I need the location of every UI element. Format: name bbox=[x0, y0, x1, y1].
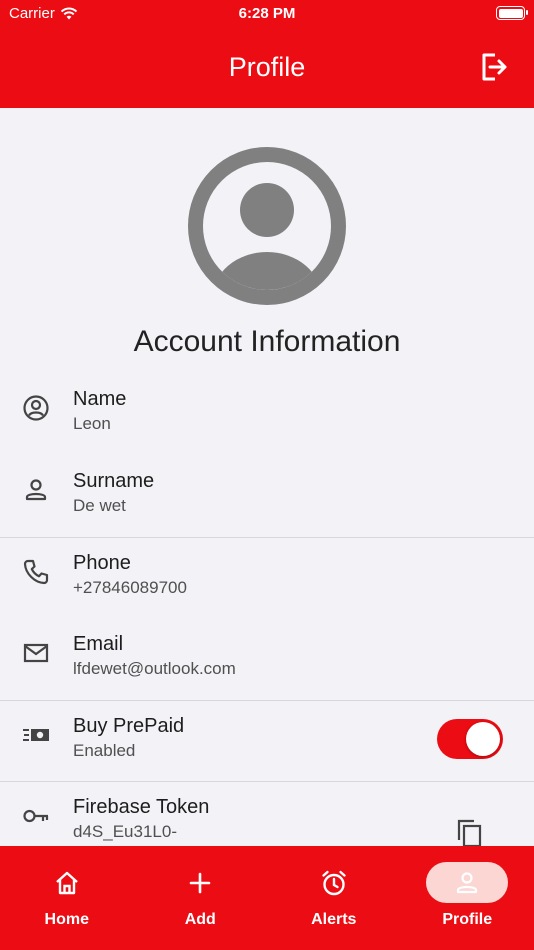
name-label: Name bbox=[73, 388, 127, 410]
battery-icon bbox=[496, 6, 528, 20]
account-circle-icon bbox=[23, 395, 49, 421]
bottom-tab-bar: Home Add Alerts Profile bbox=[0, 846, 534, 950]
status-time: 6:28 PM bbox=[238, 5, 296, 22]
tab-home[interactable]: Home bbox=[0, 846, 134, 950]
logout-icon[interactable] bbox=[480, 52, 508, 82]
app-header: Carrier 6:28 PM Profile bbox=[0, 0, 534, 108]
tab-add[interactable]: Add bbox=[134, 846, 268, 950]
cash-icon bbox=[23, 729, 49, 741]
home-icon bbox=[55, 871, 78, 895]
person-icon bbox=[25, 479, 47, 501]
plus-icon bbox=[189, 872, 211, 894]
tab-home-label: Home bbox=[44, 911, 89, 928]
phone-icon bbox=[23, 559, 49, 585]
buy-prepaid-toggle[interactable] bbox=[437, 719, 503, 759]
surname-row: Surname De wet bbox=[0, 456, 534, 538]
email-value: lfdewet@outlook.com bbox=[73, 659, 236, 678]
mail-icon bbox=[23, 643, 49, 663]
buy-prepaid-row: Buy PrePaid Enabled bbox=[0, 701, 534, 783]
firebase-token-label: Firebase Token bbox=[73, 796, 210, 818]
status-bar: Carrier 6:28 PM bbox=[0, 0, 534, 30]
person-icon bbox=[457, 872, 478, 894]
key-icon bbox=[23, 809, 49, 823]
tab-add-label: Add bbox=[184, 911, 216, 928]
tab-alerts-label: Alerts bbox=[311, 911, 357, 928]
page-title: Profile bbox=[228, 52, 306, 82]
email-row: Email lfdewet@outlook.com bbox=[0, 619, 534, 701]
name-value: Leon bbox=[73, 414, 111, 433]
tab-alerts[interactable]: Alerts bbox=[267, 846, 401, 950]
tab-profile[interactable]: Profile bbox=[401, 846, 534, 950]
email-label: Email bbox=[73, 633, 124, 655]
phone-value: +27846089700 bbox=[73, 578, 187, 597]
buy-prepaid-value: Enabled bbox=[73, 741, 136, 760]
copy-icon[interactable] bbox=[455, 818, 483, 848]
name-row: Name Leon bbox=[0, 374, 534, 456]
surname-value: De wet bbox=[73, 496, 126, 515]
surname-label: Surname bbox=[73, 470, 155, 492]
alarm-icon bbox=[322, 870, 346, 896]
tab-profile-label: Profile bbox=[442, 911, 493, 928]
buy-prepaid-label: Buy PrePaid bbox=[73, 715, 185, 737]
firebase-token-value: d4S_Eu31L0- bbox=[73, 822, 177, 841]
phone-row: Phone +27846089700 bbox=[0, 538, 534, 620]
phone-label: Phone bbox=[73, 552, 131, 574]
avatar-icon bbox=[188, 147, 346, 305]
toggle-knob bbox=[466, 722, 500, 756]
account-information-title: Account Information bbox=[133, 325, 401, 358]
